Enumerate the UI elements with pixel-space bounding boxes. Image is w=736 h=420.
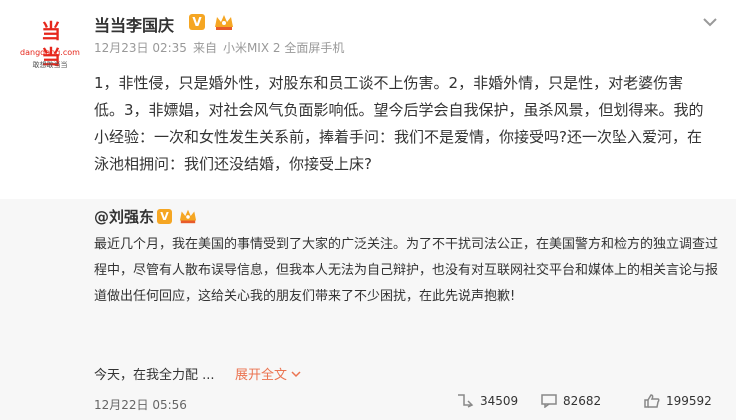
- repost-member-crown-icon[interactable]: [178, 207, 198, 225]
- avatar-subtitle: 敢想敢当当: [32, 61, 68, 69]
- like-count: 199592: [666, 394, 712, 408]
- comment-count-button[interactable]: 82682: [541, 394, 601, 408]
- member-crown-icon[interactable]: [213, 12, 235, 32]
- expand-label: 展开全文: [235, 368, 288, 383]
- comment-count: 82682: [563, 394, 602, 408]
- repost-date[interactable]: 12月22日 05:56: [94, 396, 187, 413]
- post-meta: 12月23日 02:35 来自 小米MIX 2 全面屏手机: [94, 39, 350, 56]
- avatar-logo: 当当: [41, 19, 61, 69]
- post-source-label: 来自: [192, 41, 217, 55]
- post-time[interactable]: 12月23日 02:35: [94, 41, 187, 55]
- author-name[interactable]: 当当李国庆: [94, 12, 174, 36]
- post-device[interactable]: 小米MIX 2 全面屏手机: [223, 41, 344, 55]
- avatar[interactable]: 当当 dangdang.com 敢想敢当当: [18, 10, 82, 74]
- repost-author[interactable]: @刘强东: [94, 206, 154, 227]
- repost-count: 34509: [480, 394, 519, 408]
- post-text: 1，非性侵，只是婚外性，对股东和员工谈不上伤害。2，非婚外情，只是性，对老婆伤害…: [94, 74, 704, 173]
- repost-count-button[interactable]: 34509: [456, 394, 518, 408]
- repost-teaser: 今天，在我全力配 ...: [94, 368, 215, 383]
- expand-chevron-icon: [291, 371, 301, 378]
- expand-full-text-link[interactable]: 展开全文: [235, 364, 302, 383]
- repost-icon: [458, 394, 474, 408]
- verified-badge-icon: V: [189, 14, 205, 30]
- repost-verified-badge-icon: V: [157, 209, 172, 224]
- like-count-button[interactable]: 199592: [644, 394, 712, 408]
- comment-icon: [541, 394, 557, 408]
- avatar-domain: dangdang.com: [20, 48, 80, 57]
- chevron-down-icon[interactable]: [701, 14, 719, 30]
- like-icon: [644, 394, 660, 408]
- repost-text: 最近几个月，我在美国的事情受到了大家的广泛关注。为了不干扰司法公正，在美国警方和…: [94, 237, 719, 304]
